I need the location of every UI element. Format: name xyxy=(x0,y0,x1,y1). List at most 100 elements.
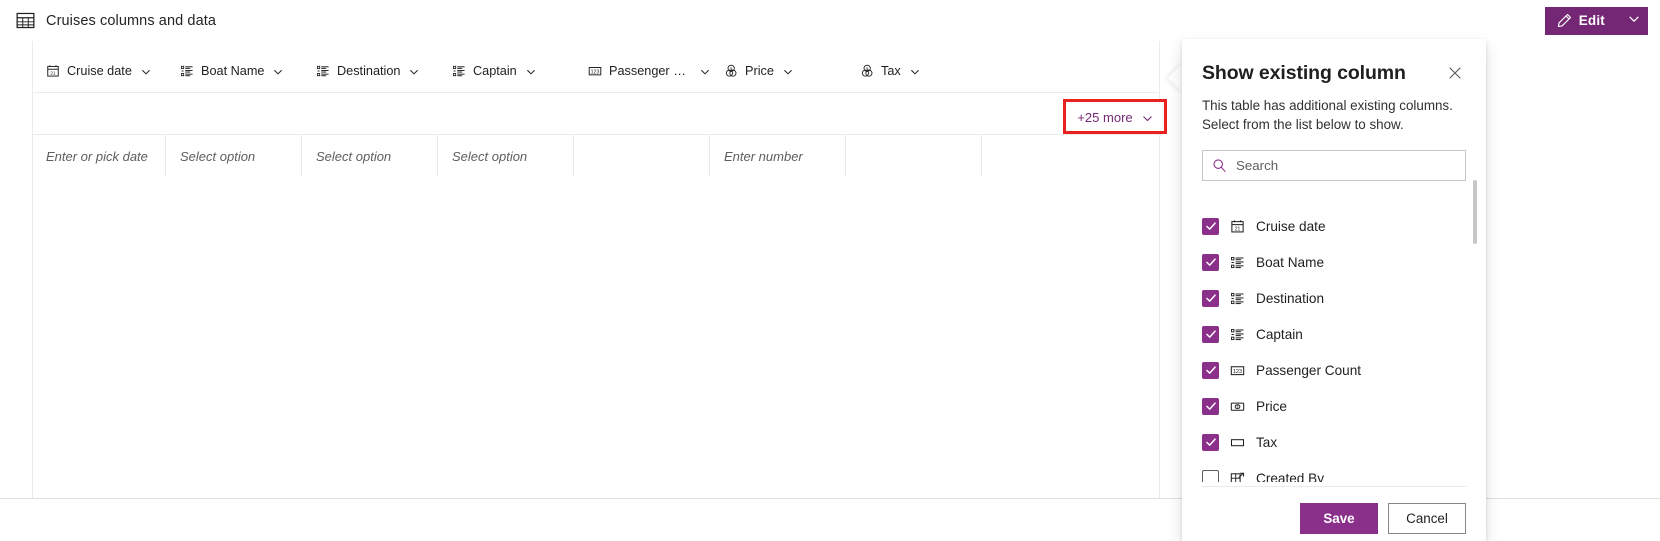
scrollbar-thumb[interactable] xyxy=(1473,180,1477,244)
column-header-label: Destination xyxy=(337,64,400,78)
edit-button-main[interactable]: Edit xyxy=(1545,7,1618,35)
column-list-item-label: Tax xyxy=(1256,435,1277,450)
grid-cell-tax[interactable] xyxy=(846,135,982,177)
checkbox[interactable] xyxy=(1202,362,1219,379)
grid-cell-cruise-date[interactable]: Enter or pick date xyxy=(32,135,166,177)
top-bar: Cruises columns and data Edit xyxy=(0,0,1660,42)
column-header-label: Passenger Co... xyxy=(609,64,691,78)
close-icon xyxy=(1448,66,1462,83)
grid-cell-passenger-co[interactable] xyxy=(574,135,710,177)
panel-footer-divider xyxy=(1202,486,1467,487)
cancel-button[interactable]: Cancel xyxy=(1388,503,1466,534)
grid-new-row: Enter or pick date Select option Select op… xyxy=(32,135,982,177)
column-list-item[interactable]: 123 Passenger Count xyxy=(1202,352,1467,388)
column-header-captain[interactable]: Captain xyxy=(438,49,574,92)
checkbox[interactable] xyxy=(1202,470,1219,483)
svg-text:21: 21 xyxy=(1235,226,1241,232)
panel-title-row: Show existing column xyxy=(1202,61,1468,87)
more-columns-label: +25 more xyxy=(1077,110,1132,125)
choice-list-icon xyxy=(1230,255,1245,270)
column-header-label: Tax xyxy=(881,64,901,78)
search-input[interactable]: Search xyxy=(1202,150,1466,181)
number-123-icon: 123 xyxy=(588,64,602,78)
panel-footer: Save Cancel xyxy=(1182,495,1486,541)
column-list-item[interactable]: Boat Name xyxy=(1202,244,1467,280)
chevron-down-icon[interactable] xyxy=(526,66,536,76)
svg-text:123: 123 xyxy=(1233,368,1242,374)
chevron-down-icon[interactable] xyxy=(409,66,419,76)
panel-title: Show existing column xyxy=(1202,61,1406,85)
grid-header-bottom-border xyxy=(32,92,1160,93)
column-list-item[interactable]: Tax xyxy=(1202,424,1467,460)
column-list-item[interactable]: Destination xyxy=(1202,280,1467,316)
choice-list-icon xyxy=(452,64,466,78)
top-bar-left: Cruises columns and data xyxy=(0,11,216,30)
search-placeholder: Search xyxy=(1236,158,1278,173)
calendar-date-icon: 21 xyxy=(46,64,60,78)
chevron-down-icon[interactable] xyxy=(783,66,793,76)
grid-cell-price[interactable]: Enter number xyxy=(710,135,846,177)
edit-button-caret[interactable] xyxy=(1619,7,1648,35)
column-list-item[interactable]: 21 Cruise date xyxy=(1202,208,1467,244)
checkbox[interactable] xyxy=(1202,218,1219,235)
grid-cell-boat-name[interactable]: Select option xyxy=(166,135,302,177)
checkbox[interactable] xyxy=(1202,290,1219,307)
column-list-item-label: Destination xyxy=(1256,291,1324,306)
panel-header: Show existing column This table has addi… xyxy=(1182,39,1486,134)
choice-list-icon xyxy=(180,64,194,78)
column-header-destination[interactable]: Destination xyxy=(302,49,438,92)
grid-left-border xyxy=(32,41,33,499)
column-list-item[interactable]: $Price xyxy=(1202,388,1467,424)
chevron-down-icon[interactable] xyxy=(141,66,151,76)
edit-button[interactable]: Edit xyxy=(1545,7,1648,35)
chevron-down-icon xyxy=(1628,12,1640,30)
checkbox[interactable] xyxy=(1202,254,1219,271)
column-header-label: Cruise date xyxy=(67,64,132,78)
chevron-down-icon xyxy=(1142,112,1153,123)
save-button[interactable]: Save xyxy=(1300,503,1378,534)
search-icon xyxy=(1212,158,1227,173)
lookup-table-icon xyxy=(1230,471,1245,483)
column-header-cruise-date[interactable]: 21 Cruise date xyxy=(32,49,166,92)
pencil-icon xyxy=(1557,13,1572,28)
column-list-item[interactable]: Created By xyxy=(1202,460,1467,482)
svg-text:$: $ xyxy=(1237,405,1239,409)
column-checkbox-list[interactable]: 21 Cruise date Boat Name Destination Captain… xyxy=(1202,208,1467,482)
currency-coins-icon: $ xyxy=(860,64,874,78)
more-columns-button[interactable]: +25 more xyxy=(1068,103,1162,131)
column-list-item-label: Cruise date xyxy=(1256,219,1326,234)
column-list-item-label: Captain xyxy=(1256,327,1303,342)
app-root: Cruises columns and data Edit xyxy=(0,0,1660,541)
column-header-tax[interactable]: $ Tax xyxy=(846,49,982,92)
column-header-price[interactable]: $Price xyxy=(710,49,846,92)
column-header-label: Price xyxy=(745,64,774,78)
chevron-down-icon[interactable] xyxy=(273,66,283,76)
show-existing-column-panel: Show existing column This table has addi… xyxy=(1182,39,1486,541)
column-header-passenger-co[interactable]: 123 Passenger Co... xyxy=(574,49,710,92)
grid-header-row: 21 Cruise date Boat Name Destination Captain… xyxy=(32,49,982,92)
grid-cell-captain[interactable]: Select option xyxy=(438,135,574,177)
panel-list-scrollbar[interactable] xyxy=(1473,174,1477,447)
column-header-label: Boat Name xyxy=(201,64,264,78)
checkbox[interactable] xyxy=(1202,398,1219,415)
column-list-item[interactable]: Captain xyxy=(1202,316,1467,352)
page-title: Cruises columns and data xyxy=(46,13,216,29)
edit-button-label: Edit xyxy=(1579,13,1605,28)
column-header-boat-name[interactable]: Boat Name xyxy=(166,49,302,92)
close-button[interactable] xyxy=(1442,61,1468,87)
grid-cell-destination[interactable]: Select option xyxy=(302,135,438,177)
column-list-item-label: Passenger Count xyxy=(1256,363,1361,378)
svg-text:21: 21 xyxy=(50,70,56,76)
cell-placeholder: Select option xyxy=(316,149,391,164)
svg-text:123: 123 xyxy=(591,69,600,75)
column-header-label: Captain xyxy=(473,64,517,78)
chevron-down-icon[interactable] xyxy=(700,66,710,76)
calendar-date-icon: 21 xyxy=(1230,219,1245,234)
checkbox[interactable] xyxy=(1202,326,1219,343)
top-bar-right: Edit xyxy=(1545,7,1660,35)
cell-placeholder: Enter or pick date xyxy=(46,149,148,164)
table-icon xyxy=(16,11,35,30)
chevron-down-icon[interactable] xyxy=(910,66,920,76)
choice-list-icon xyxy=(316,64,330,78)
checkbox[interactable] xyxy=(1202,434,1219,451)
